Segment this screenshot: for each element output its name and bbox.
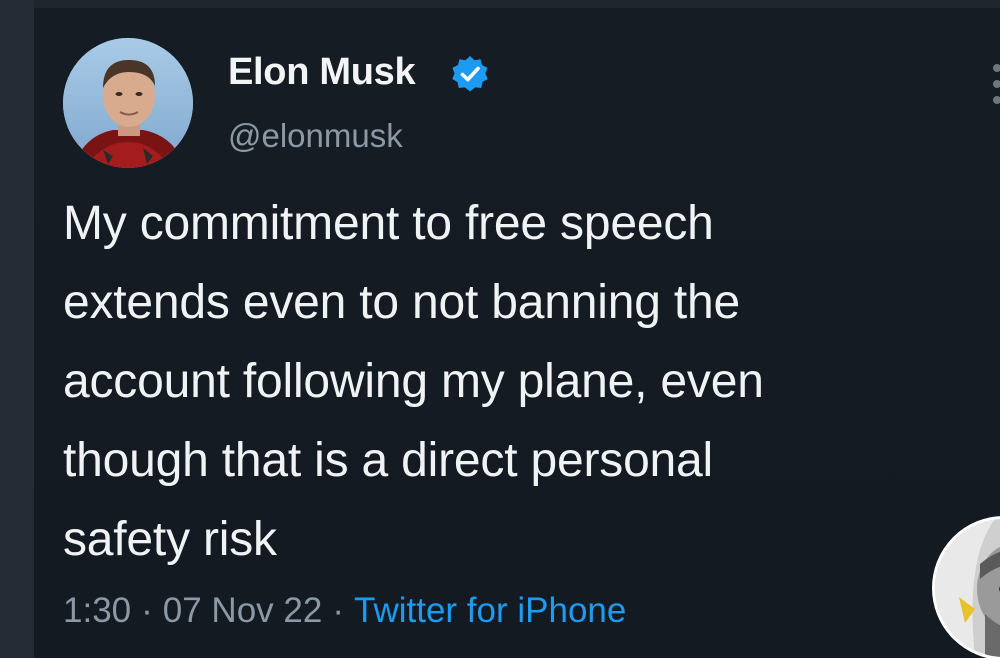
- author-display-name[interactable]: Elon Musk: [228, 48, 416, 96]
- author-avatar[interactable]: [63, 38, 193, 168]
- tweet-date[interactable]: 07 Nov 22: [163, 591, 323, 630]
- tweet-meta: 1:30 · 07 Nov 22 · Twitter for iPhone: [63, 588, 626, 634]
- tweet-source-link[interactable]: Twitter for iPhone: [354, 591, 626, 630]
- verified-badge-icon: [452, 56, 488, 92]
- author-handle[interactable]: @elonmusk: [228, 114, 403, 158]
- screenshot-page: Elon Musk @elonmusk My commitment to fre…: [0, 0, 1000, 658]
- meta-separator: ·: [141, 591, 153, 630]
- left-sidebar-strip: [0, 0, 34, 658]
- tweet-time[interactable]: 1:30: [63, 591, 131, 630]
- tweet-text: My commitment to free speech extends eve…: [63, 197, 764, 566]
- more-options-icon[interactable]: [985, 40, 1000, 120]
- meta-separator: ·: [332, 591, 344, 630]
- profile-photo-icon: [63, 38, 193, 168]
- card-top-edge: [34, 0, 1000, 8]
